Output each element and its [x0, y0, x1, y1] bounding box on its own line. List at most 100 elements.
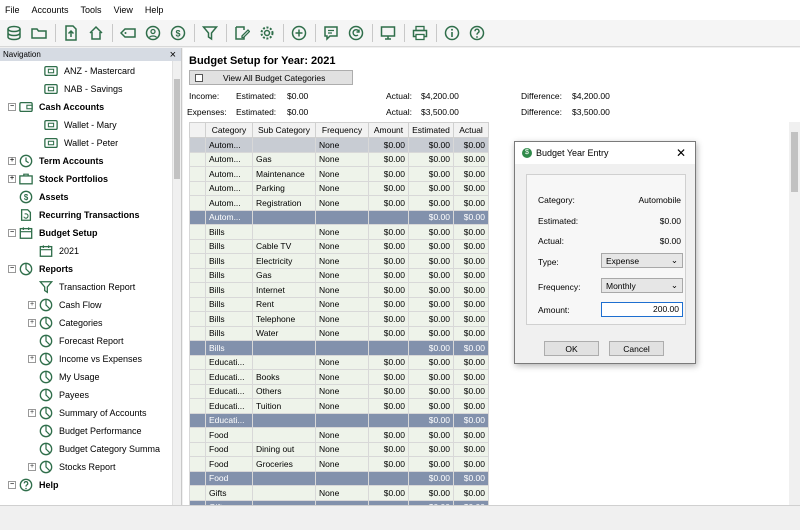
cell-sub-category[interactable] [252, 470, 316, 486]
row-header[interactable] [189, 485, 206, 501]
cell-estimated[interactable]: $0.00 [408, 311, 454, 327]
table-row[interactable]: Autom... Gas None $0.00 $0.00 $0.00 [189, 151, 489, 167]
nav-item-categories[interactable]: + Categories [28, 314, 103, 332]
row-header[interactable] [189, 267, 206, 283]
cell-category[interactable]: Food [205, 470, 253, 486]
row-header[interactable] [189, 209, 206, 225]
expand-toggle[interactable]: + [28, 355, 36, 363]
nav-item-cash-accounts[interactable]: − Cash Accounts [8, 98, 104, 116]
cell-frequency[interactable] [315, 209, 369, 225]
monitor-toolbar-button[interactable] [378, 23, 398, 43]
collapse-toggle[interactable]: − [8, 103, 16, 111]
cell-actual[interactable]: $0.00 [453, 311, 489, 327]
cell-sub-category[interactable]: Rent [252, 296, 316, 312]
gear-toolbar-button[interactable] [257, 23, 277, 43]
row-header[interactable] [189, 166, 206, 182]
cell-actual[interactable]: $0.00 [453, 224, 489, 240]
cell-frequency[interactable]: None [315, 383, 369, 399]
cell-amount[interactable] [368, 340, 409, 356]
cell-category[interactable]: Bills [205, 253, 253, 269]
cell-amount[interactable]: $0.00 [368, 267, 409, 283]
cell-frequency[interactable]: None [315, 441, 369, 457]
cell-category[interactable]: Educati... [205, 412, 253, 428]
cell-estimated[interactable]: $0.00 [408, 180, 454, 196]
column-header-frequency[interactable]: Frequency [315, 122, 369, 138]
table-row[interactable]: Autom... Parking None $0.00 $0.00 $0.00 [189, 180, 489, 196]
amount-input[interactable]: 200.00 [601, 302, 683, 317]
table-row[interactable]: Bills Rent None $0.00 $0.00 $0.00 [189, 296, 489, 312]
edit-toolbar-button[interactable] [232, 23, 252, 43]
type-select[interactable]: Expense ⌄ [601, 253, 683, 268]
cell-sub-category[interactable] [252, 354, 316, 370]
cell-sub-category[interactable]: Books [252, 369, 316, 385]
row-header[interactable] [189, 354, 206, 370]
cell-amount[interactable]: $0.00 [368, 137, 409, 153]
nav-item-anz-mastercard[interactable]: ANZ - Mastercard [28, 62, 135, 80]
table-row[interactable]: Autom... None $0.00 $0.00 $0.00 [189, 137, 489, 153]
cell-category[interactable]: Educati... [205, 398, 253, 414]
table-row[interactable]: Bills None $0.00 $0.00 $0.00 [189, 224, 489, 240]
cell-amount[interactable]: $0.00 [368, 485, 409, 501]
cell-actual[interactable]: $0.00 [453, 166, 489, 182]
cell-actual[interactable]: $0.00 [453, 456, 489, 472]
cell-actual[interactable]: $0.00 [453, 340, 489, 356]
table-row[interactable]: Educati... None $0.00 $0.00 $0.00 [189, 354, 489, 370]
cell-category[interactable]: Autom... [205, 195, 253, 211]
cell-estimated[interactable]: $0.00 [408, 427, 454, 443]
cell-actual[interactable]: $0.00 [453, 369, 489, 385]
row-header[interactable] [189, 311, 206, 327]
cell-actual[interactable]: $0.00 [453, 238, 489, 254]
table-row[interactable]: Educati... Books None $0.00 $0.00 $0.00 [189, 369, 489, 385]
nav-item-my-usage[interactable]: My Usage [28, 368, 100, 386]
cell-category[interactable]: Gifts [205, 485, 253, 501]
nav-item-summary-of-accounts[interactable]: + Summary of Accounts [28, 404, 147, 422]
navigation-close-button[interactable]: × [170, 49, 176, 61]
cell-estimated[interactable]: $0.00 [408, 166, 454, 182]
cell-actual[interactable]: $0.00 [453, 267, 489, 283]
cell-estimated[interactable]: $0.00 [408, 485, 454, 501]
nav-item-nab-savings[interactable]: NAB - Savings [28, 80, 123, 98]
cell-sub-category[interactable]: Electricity [252, 253, 316, 269]
row-header[interactable] [189, 224, 206, 240]
cell-actual[interactable]: $0.00 [453, 398, 489, 414]
cell-amount[interactable]: $0.00 [368, 354, 409, 370]
cell-frequency[interactable] [315, 412, 369, 428]
nav-item-assets[interactable]: $ Assets [8, 188, 69, 206]
cell-estimated[interactable]: $0.00 [408, 224, 454, 240]
cell-estimated[interactable]: $0.00 [408, 340, 454, 356]
table-row[interactable]: Autom... $0.00 $0.00 [189, 209, 489, 225]
nav-item-2021[interactable]: 2021 [28, 242, 79, 260]
column-header-category[interactable]: Category [205, 122, 253, 138]
row-header[interactable] [189, 427, 206, 443]
row-header[interactable] [189, 456, 206, 472]
row-header[interactable] [189, 412, 206, 428]
cell-actual[interactable]: $0.00 [453, 412, 489, 428]
cell-amount[interactable]: $0.00 [368, 383, 409, 399]
nav-item-payees[interactable]: Payees [28, 386, 89, 404]
cell-actual[interactable]: $0.00 [453, 354, 489, 370]
table-row[interactable]: Autom... Maintenance None $0.00 $0.00 $0.00 [189, 166, 489, 182]
cell-sub-category[interactable]: Water [252, 325, 316, 341]
navigation-scroll-thumb[interactable] [174, 79, 180, 179]
cell-estimated[interactable]: $0.00 [408, 354, 454, 370]
menu-file[interactable]: File [5, 5, 20, 15]
table-row[interactable]: Autom... Registration None $0.00 $0.00 $0.00 [189, 195, 489, 211]
cell-estimated[interactable]: $0.00 [408, 383, 454, 399]
home-toolbar-button[interactable] [86, 23, 106, 43]
cell-category[interactable]: Bills [205, 296, 253, 312]
cell-estimated[interactable]: $0.00 [408, 470, 454, 486]
table-row[interactable]: Food $0.00 $0.00 [189, 470, 489, 486]
cell-frequency[interactable]: None [315, 354, 369, 370]
cell-frequency[interactable]: None [315, 151, 369, 167]
cell-sub-category[interactable] [252, 224, 316, 240]
cell-sub-category[interactable]: Dining out [252, 441, 316, 457]
cell-frequency[interactable]: None [315, 137, 369, 153]
cell-sub-category[interactable]: Gas [252, 151, 316, 167]
cell-sub-category[interactable] [252, 412, 316, 428]
cell-estimated[interactable]: $0.00 [408, 253, 454, 269]
dollar-toolbar-button[interactable]: $ [168, 23, 188, 43]
cell-amount[interactable]: $0.00 [368, 151, 409, 167]
cell-sub-category[interactable] [252, 340, 316, 356]
row-header[interactable] [189, 340, 206, 356]
cell-frequency[interactable]: None [315, 282, 369, 298]
